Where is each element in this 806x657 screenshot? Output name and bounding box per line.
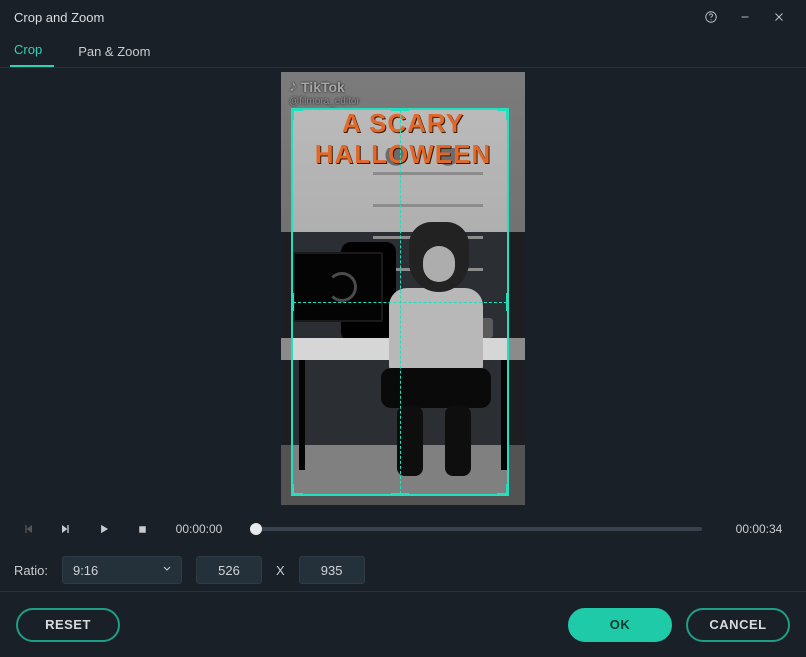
minimize-icon[interactable] <box>728 0 762 34</box>
tiktok-watermark: ♪ TikTok <box>289 78 345 96</box>
account-handle: @filmora_editor <box>289 96 360 107</box>
ratio-value: 9:16 <box>73 563 98 578</box>
tab-crop[interactable]: Crop <box>10 34 54 67</box>
close-icon[interactable] <box>762 0 796 34</box>
crop-params: Ratio: 9:16 526 X 935 <box>0 549 806 591</box>
crop-handle-bl[interactable] <box>291 484 303 496</box>
dialog-footer: RESET OK CANCEL <box>0 591 806 657</box>
window-title: Crop and Zoom <box>14 10 104 25</box>
stop-icon[interactable] <box>132 519 152 539</box>
cancel-button[interactable]: CANCEL <box>686 608 790 642</box>
seek-knob[interactable] <box>250 523 262 535</box>
tab-pan-zoom[interactable]: Pan & Zoom <box>74 36 162 67</box>
tiktok-label: TikTok <box>301 79 345 95</box>
preview-canvas: ♪ TikTok @filmora_editor A SCARY HALLOWE… <box>0 68 806 509</box>
reset-button[interactable]: RESET <box>16 608 120 642</box>
prev-frame-icon[interactable] <box>18 519 38 539</box>
ratio-label: Ratio: <box>14 563 48 578</box>
playback-controls: 00:00:00 00:00:34 <box>0 509 806 549</box>
crop-handle-tr[interactable] <box>497 108 509 120</box>
current-time: 00:00:00 <box>170 522 228 536</box>
help-icon[interactable] <box>694 0 728 34</box>
play-icon[interactable] <box>94 519 114 539</box>
titlebar: Crop and Zoom <box>0 0 806 34</box>
tiktok-icon: ♪ <box>289 78 297 96</box>
tab-bar: Crop Pan & Zoom <box>0 34 806 68</box>
width-input[interactable]: 526 <box>196 556 262 584</box>
next-frame-icon[interactable] <box>56 519 76 539</box>
ok-button[interactable]: OK <box>568 608 672 642</box>
crop-handle-right[interactable] <box>506 293 509 311</box>
chevron-down-icon <box>161 563 173 578</box>
duration: 00:00:34 <box>730 522 788 536</box>
dimension-separator: X <box>276 563 285 578</box>
crop-handle-br[interactable] <box>497 484 509 496</box>
height-input[interactable]: 935 <box>299 556 365 584</box>
seek-bar[interactable] <box>256 527 702 531</box>
crop-handle-bottom[interactable] <box>391 493 409 496</box>
video-preview[interactable]: ♪ TikTok @filmora_editor A SCARY HALLOWE… <box>281 72 525 505</box>
crop-zoom-dialog: Crop and Zoom Crop Pan & Zoom <box>0 0 806 657</box>
ratio-select[interactable]: 9:16 <box>62 556 182 584</box>
crop-handle-left[interactable] <box>291 293 294 311</box>
crop-handle-top[interactable] <box>391 108 409 111</box>
crop-handle-tl[interactable] <box>291 108 303 120</box>
crop-rectangle[interactable] <box>291 108 509 496</box>
